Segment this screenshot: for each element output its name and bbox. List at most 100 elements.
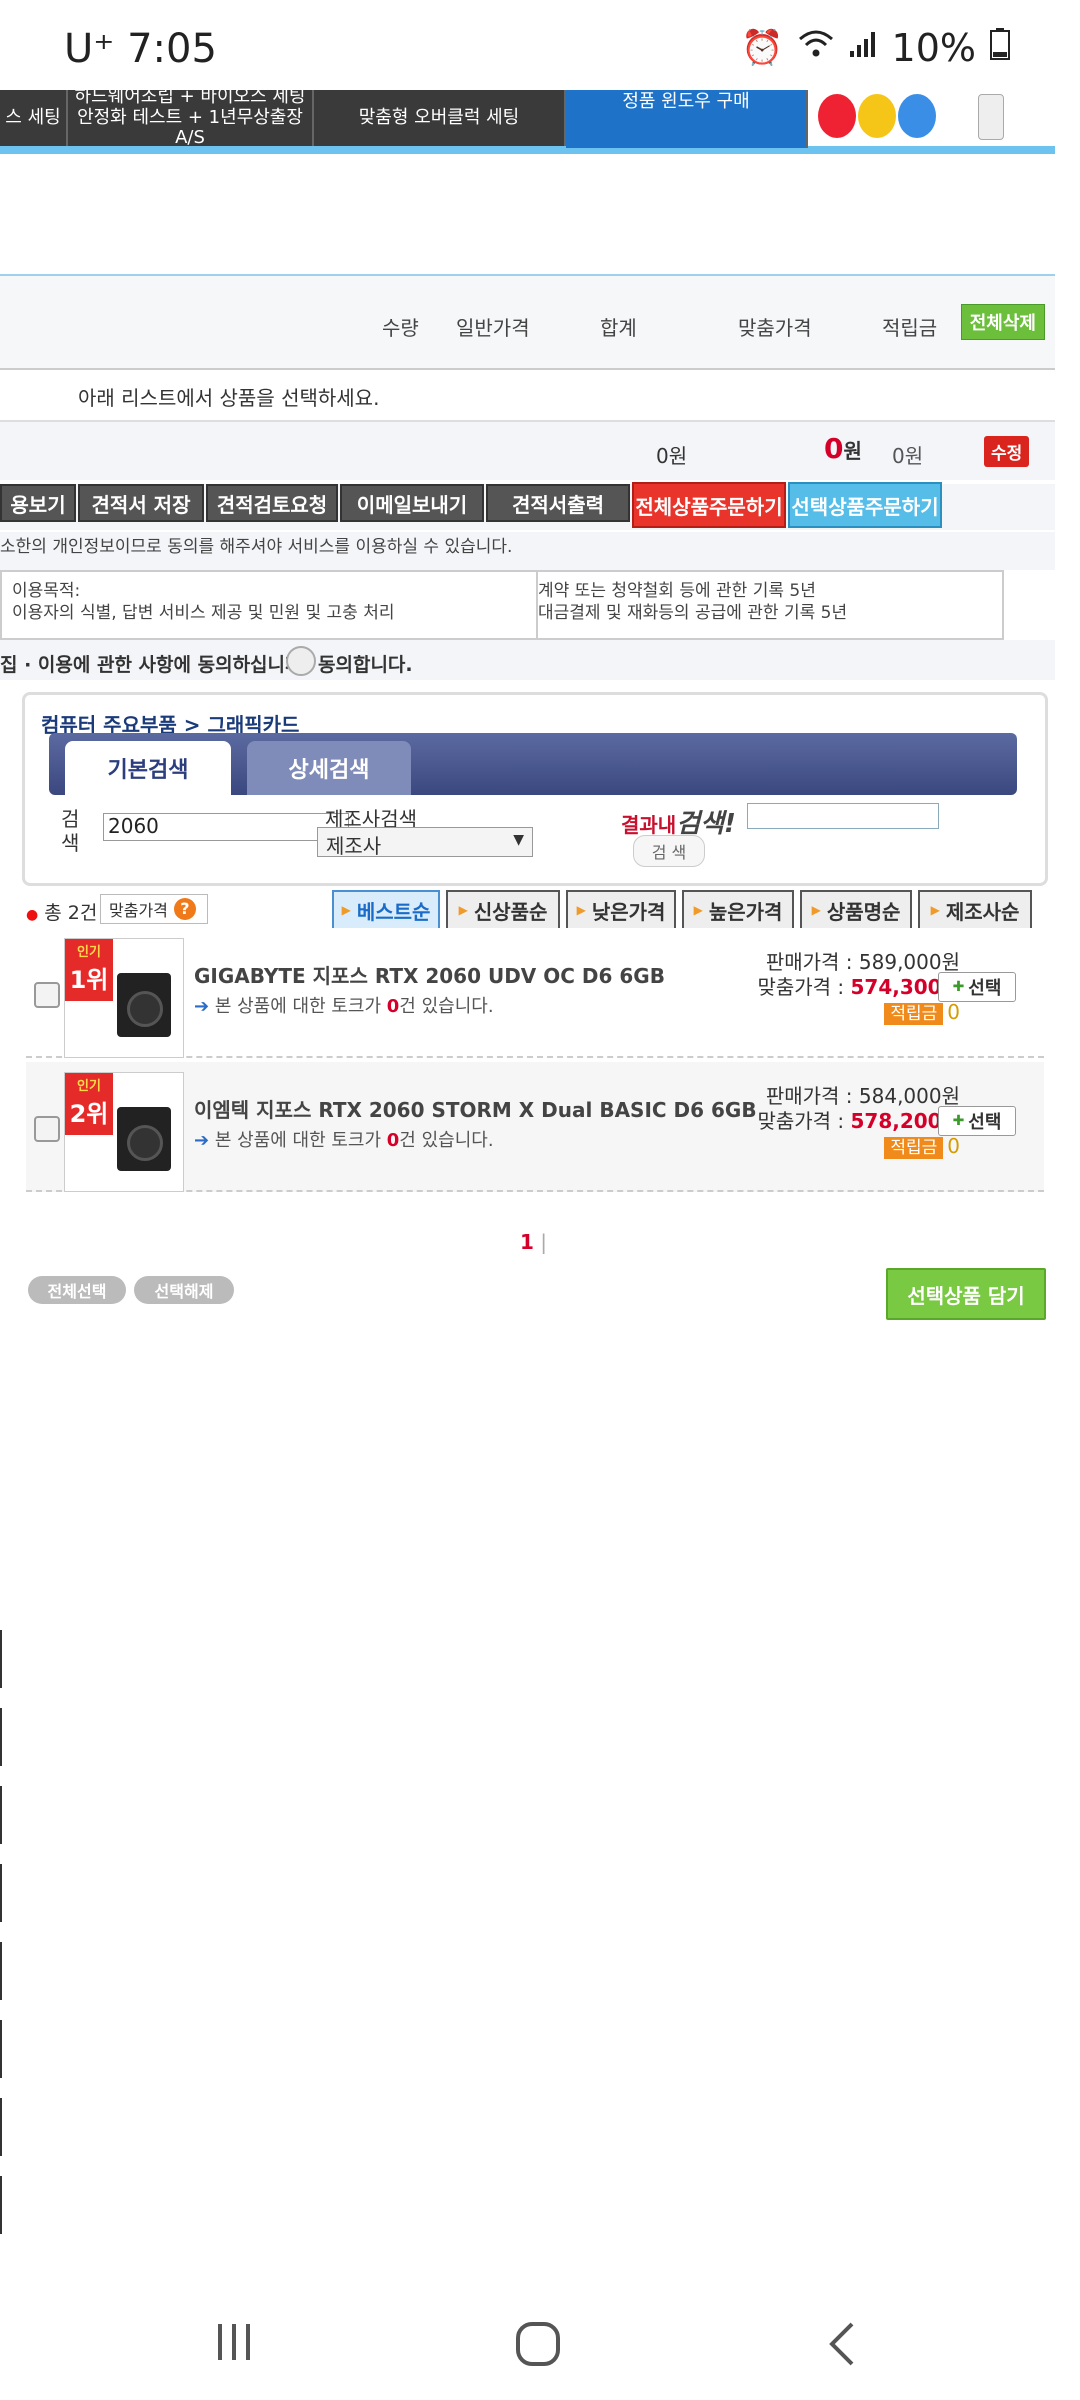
- product-thumbnail[interactable]: 인기 2위: [64, 1072, 184, 1192]
- bottle-icon: [978, 94, 1004, 140]
- banner-assembly-line1: 하드웨어조립 + 바이오스 세팅: [74, 85, 306, 107]
- cart-header: 수량 일반가격 합계 맞춤가격 적립금 전체삭제: [0, 274, 1055, 370]
- nav-bar: [0, 2290, 1080, 2400]
- alarm-icon: ⏰: [741, 28, 784, 68]
- fit-price-help-button[interactable]: 맞춤가격?: [100, 894, 208, 924]
- talk-pre: 본 상품에 대한 토크가: [214, 1130, 387, 1151]
- talk-count: 0: [386, 996, 400, 1017]
- search-panel: 컴퓨터 주요부품 > 그래픽카드 기본검색 상세검색 검색 2060 제조사검색…: [22, 692, 1048, 886]
- plus-icon: ✚: [952, 1113, 965, 1129]
- view-button[interactable]: 용보기: [0, 484, 76, 522]
- product-talk: ➔ 본 상품에 대한 토크가 0건 있습니다.: [194, 1126, 494, 1152]
- sort-maker-label: 제조사순: [945, 899, 1020, 924]
- select-product-button[interactable]: ✚ 선택: [938, 1106, 1016, 1136]
- banner-overclock[interactable]: 맞춤형 오버클럭 세팅: [314, 90, 566, 146]
- sort-maker[interactable]: ▶ 제조사순: [918, 890, 1032, 930]
- maker-select-value: 제조사: [326, 834, 382, 858]
- sort-best[interactable]: ▶ 베스트순: [332, 890, 440, 930]
- cart-instruction: 아래 리스트에서 상품을 선택하세요.: [0, 368, 1055, 422]
- purpose-title: 이용목적:: [12, 581, 81, 601]
- keyword-input[interactable]: 2060: [103, 813, 349, 841]
- arrow-icon: ➔: [194, 996, 210, 1017]
- search-tabs: 기본검색 상세검색: [49, 733, 1017, 795]
- privacy-terms-box[interactable]: 이용목적: 이용자의 식별, 답변 서비스 제공 및 민원 및 고충 처리 계약…: [0, 570, 1004, 640]
- banner-windows[interactable]: 정품 윈도우 구매: [566, 90, 808, 148]
- order-all-button[interactable]: 전체상품주문하기: [632, 482, 786, 528]
- signal-icon: [848, 28, 878, 68]
- select-all-button[interactable]: 전체선택: [28, 1276, 126, 1304]
- keyword-label: 검색: [61, 807, 79, 855]
- talk-pre: 본 상품에 대한 토크가: [214, 996, 387, 1017]
- battery-icon: [990, 27, 1010, 69]
- fit-price-line: 맞춤가격 : 578,200원: [720, 1109, 960, 1134]
- save-quote-button[interactable]: 견적서 저장: [78, 484, 204, 522]
- product-checkbox[interactable]: [34, 982, 60, 1008]
- product-talk: ➔ 본 상품에 대한 토크가 0건 있습니다.: [194, 992, 494, 1018]
- instruction-text: 아래 리스트에서 상품을 선택하세요.: [78, 386, 380, 410]
- cart-totals: 0원 0원 0원 수정: [0, 422, 1055, 480]
- col-points: 적립금: [882, 316, 938, 340]
- sale-price: 589,000원: [858, 950, 960, 974]
- banner-ad-image[interactable]: [808, 90, 1055, 146]
- agree-label[interactable]: 동의합니다.: [318, 650, 413, 677]
- tab-basic-search[interactable]: 기본검색: [65, 741, 231, 795]
- product-checkbox[interactable]: [34, 1116, 60, 1142]
- privacy-retention: 계약 또는 청약철회 등에 관한 기록 5년 대금결제 및 재화등의 공급에 관…: [538, 580, 847, 630]
- order-selected-button[interactable]: 선택상품주문하기: [788, 482, 942, 528]
- select-product-button[interactable]: ✚ 선택: [938, 972, 1016, 1002]
- deselect-button[interactable]: 선택해제: [134, 1276, 234, 1304]
- banner-bios-setting[interactable]: 스 세팅: [0, 90, 68, 146]
- product-thumbnail[interactable]: 인기 1위: [64, 938, 184, 1058]
- banner-assembly-line2: 안정화 테스트 + 1년무상출장 A/S: [77, 106, 303, 149]
- paint-drop-icon: [858, 94, 896, 138]
- col-fit-price: 맞춤가격: [738, 316, 812, 340]
- sort-bar: ● 총 2건 맞춤가격? ▶ 베스트순 ▶ 신상품순 ▶ 낮은가격 ▶ 높은가격 ▶ 상품…: [26, 888, 1046, 930]
- sort-high-price[interactable]: ▶ 높은가격: [682, 890, 794, 930]
- paint-drop-icon: [898, 94, 936, 138]
- quote-review-button[interactable]: 견적검토요청: [206, 484, 338, 522]
- wifi-icon: [798, 28, 834, 68]
- sum-fit-unit: 원: [843, 439, 862, 463]
- total-count-text: 총 2건: [44, 902, 98, 924]
- delete-all-button[interactable]: 전체삭제: [960, 304, 1045, 340]
- edge-marks: [0, 1630, 4, 2280]
- sum-fit: 0원: [824, 432, 862, 465]
- privacy-note: 소한의 개인정보이므로 동의를 해주셔야 서비스를 이용하실 수 있습니다.: [0, 532, 1055, 570]
- product-name[interactable]: 이엠텍 지포스 RTX 2060 STORM X Dual BASIC D6 6…: [194, 1094, 757, 1123]
- points-value: 0: [947, 1134, 960, 1158]
- privacy-purpose: 이용목적: 이용자의 식별, 답변 서비스 제공 및 민원 및 고충 처리: [12, 580, 394, 624]
- sort-name[interactable]: ▶ 상품명순: [800, 890, 912, 930]
- points-line: 적립금 0: [720, 1134, 960, 1159]
- recent-apps-icon[interactable]: [212, 2320, 256, 2376]
- product-name[interactable]: GIGABYTE 지포스 RTX 2060 UDV OC D6 6GB: [194, 960, 665, 989]
- send-email-button[interactable]: 이메일보내기: [340, 484, 484, 522]
- rank-tag: 인기: [77, 1079, 101, 1094]
- triangle-icon: ▶: [576, 903, 586, 917]
- cart-actions: 용보기 견적서 저장 견적검토요청 이메일보내기 견적서출력 전체상품주문하기 …: [0, 482, 1055, 530]
- retention-2: 대금결제 및 재화등의 공급에 관한 기록 5년: [538, 603, 848, 623]
- sum-general: 0원: [656, 444, 688, 468]
- add-selected-button[interactable]: 선택상품 담기: [886, 1268, 1046, 1320]
- bullet-icon: ●: [26, 907, 39, 923]
- banner-assembly[interactable]: 하드웨어조립 + 바이오스 세팅 안정화 테스트 + 1년무상출장 A/S: [68, 85, 314, 149]
- sort-newest[interactable]: ▶ 신상품순: [446, 890, 560, 930]
- battery-percent: 10%: [891, 26, 976, 70]
- rank-number: 2위: [69, 1100, 109, 1128]
- agree-radio[interactable]: [286, 646, 316, 676]
- product-row: 인기 1위 GIGABYTE 지포스 RTX 2060 UDV OC D6 6GB…: [26, 928, 1044, 1058]
- search-button[interactable]: 검 색: [633, 835, 705, 867]
- back-icon[interactable]: [824, 2320, 860, 2380]
- talk-count: 0: [386, 1130, 400, 1151]
- sort-low-price[interactable]: ▶ 낮은가격: [566, 890, 676, 930]
- edit-button[interactable]: 수정: [984, 436, 1030, 467]
- page-current[interactable]: 1: [520, 1230, 534, 1254]
- search-within-input[interactable]: [747, 803, 939, 829]
- within-label: 결과내: [621, 813, 677, 837]
- triangle-icon: ▶: [811, 903, 821, 917]
- total-count: ● 총 2건: [26, 898, 97, 925]
- sale-price: 584,000원: [858, 1084, 960, 1108]
- tab-detail-search[interactable]: 상세검색: [247, 741, 411, 795]
- maker-select[interactable]: 제조사 ▼: [317, 827, 533, 858]
- print-quote-button[interactable]: 견적서출력: [486, 484, 630, 522]
- home-icon[interactable]: [514, 2320, 562, 2380]
